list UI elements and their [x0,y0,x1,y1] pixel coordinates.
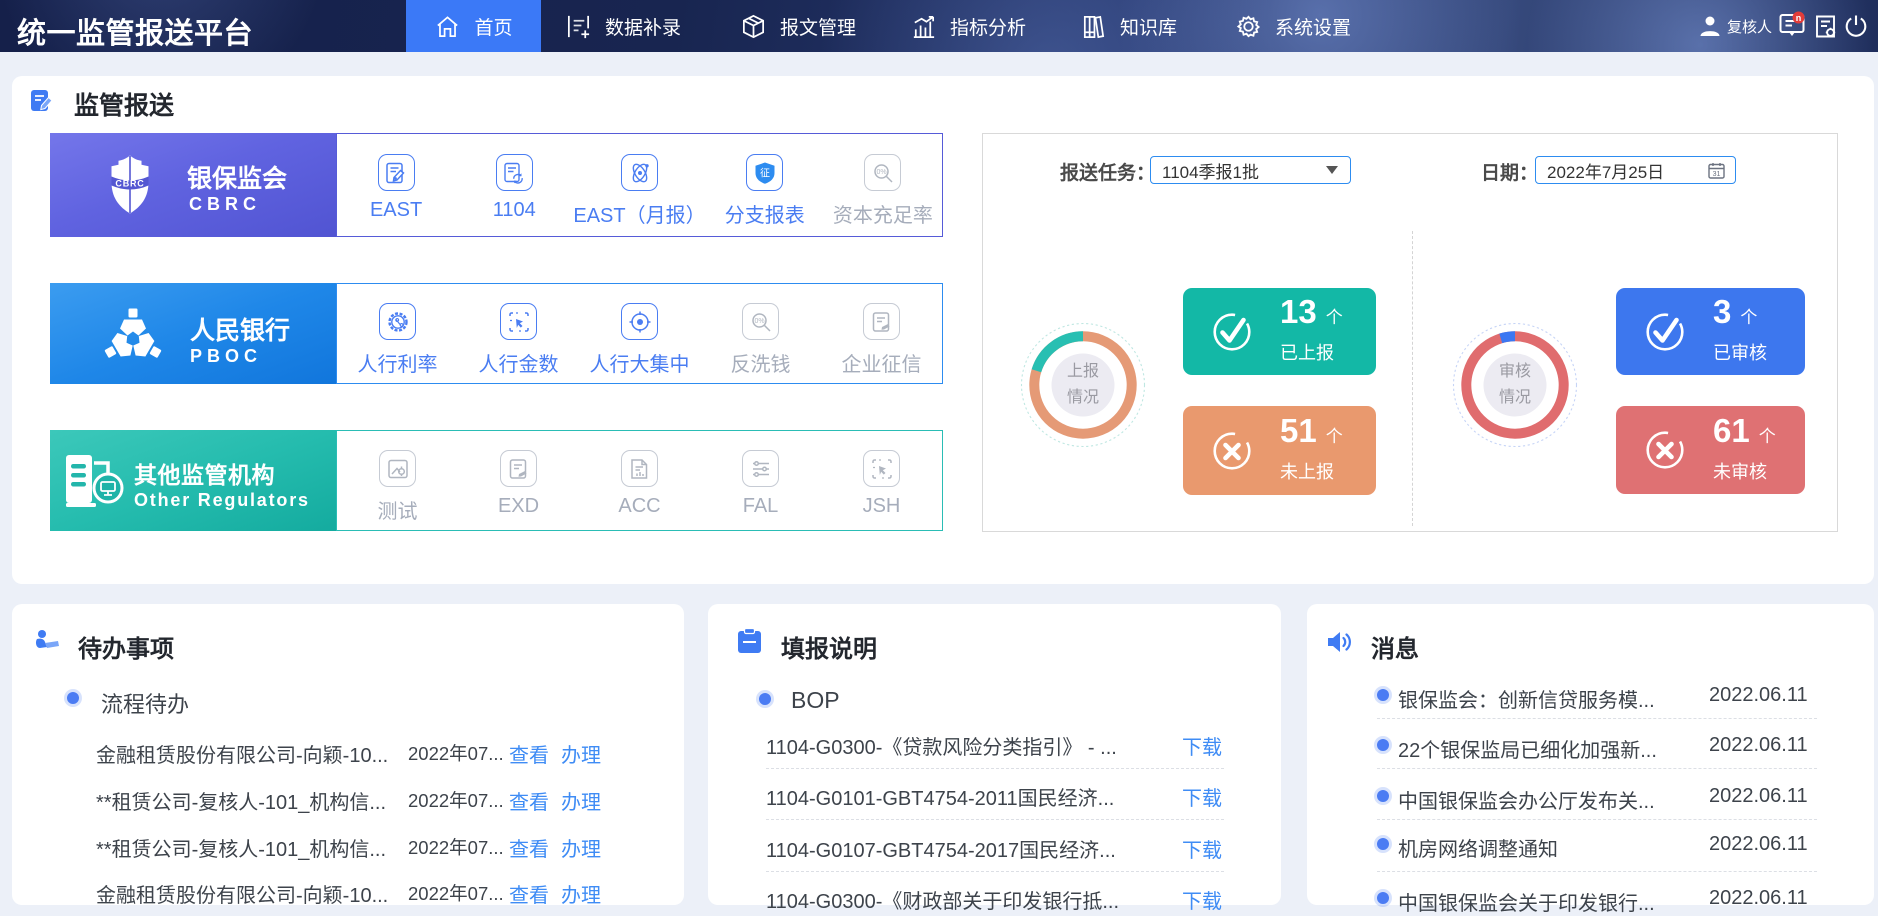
svg-text:征: 征 [760,167,770,179]
svg-text:n: n [1796,13,1802,23]
svg-text:31: 31 [1713,171,1721,178]
svg-text:CBRC: CBRC [115,179,144,189]
svg-text:0%: 0% [754,318,764,325]
svg-text:0%: 0% [876,169,886,176]
